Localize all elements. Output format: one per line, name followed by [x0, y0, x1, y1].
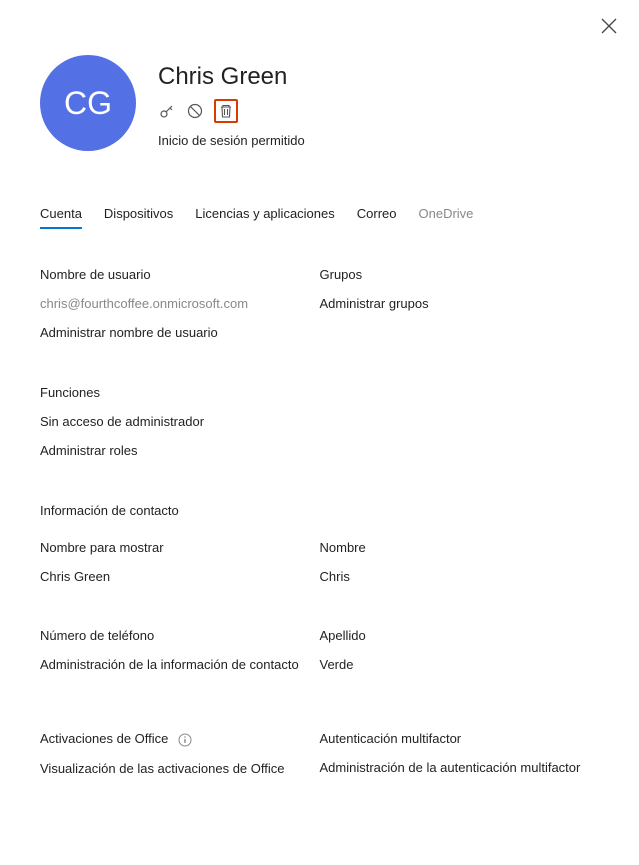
tab-licenses[interactable]: Licencias y aplicaciones	[195, 206, 334, 229]
user-header: CG Chris Green Inicio de	[40, 55, 599, 151]
reset-password-button[interactable]	[158, 102, 176, 120]
manage-mfa-link[interactable]: Administración de la autenticación multi…	[320, 760, 600, 775]
manage-username-link[interactable]: Administrar nombre de usuario	[40, 325, 320, 340]
first-name-value: Chris	[320, 569, 600, 584]
close-icon	[601, 18, 617, 34]
key-icon	[158, 102, 176, 120]
block-signin-button[interactable]	[186, 102, 204, 120]
last-name-label: Apellido	[320, 628, 600, 643]
roles-value: Sin acceso de administrador	[40, 414, 320, 429]
tab-mail[interactable]: Correo	[357, 206, 397, 229]
first-name-label: Nombre	[320, 540, 600, 555]
mfa-label: Autenticación multifactor	[320, 731, 600, 746]
office-activations-label: Activaciones de Office	[40, 731, 320, 747]
view-activations-link[interactable]: Visualización de las activaciones de Off…	[40, 761, 320, 776]
manage-groups-link[interactable]: Administrar grupos	[320, 296, 600, 311]
avatar-initials: CG	[64, 85, 112, 122]
username-value: chris@fourthcoffee.onmicrosoft.com	[40, 296, 320, 311]
delete-user-button[interactable]	[214, 99, 238, 123]
tabs-navigation: Cuenta Dispositivos Licencias y aplicaci…	[40, 206, 599, 229]
tab-devices[interactable]: Dispositivos	[104, 206, 173, 229]
user-name: Chris Green	[158, 63, 305, 91]
avatar: CG	[40, 55, 136, 151]
info-icon[interactable]	[178, 733, 192, 747]
header-info: Chris Green Inicio de sesión permit	[158, 55, 305, 148]
manage-contact-link[interactable]: Administración de la información de cont…	[40, 657, 320, 672]
tab-onedrive[interactable]: OneDrive	[419, 206, 474, 229]
display-name-label: Nombre para mostrar	[40, 540, 320, 555]
groups-label: Grupos	[320, 267, 600, 282]
trash-icon	[218, 103, 234, 119]
account-content: Nombre de usuario chris@fourthcoffee.onm…	[40, 267, 599, 776]
signin-status: Inicio de sesión permitido	[158, 133, 305, 148]
last-name-value: Verde	[320, 657, 600, 672]
roles-label: Funciones	[40, 385, 320, 400]
manage-roles-link[interactable]: Administrar roles	[40, 443, 320, 458]
close-button[interactable]	[601, 18, 617, 39]
action-icons-row	[158, 99, 305, 123]
contact-info-label: Información de contacto	[40, 503, 599, 518]
display-name-value: Chris Green	[40, 569, 320, 584]
tab-account[interactable]: Cuenta	[40, 206, 82, 229]
phone-label: Número de teléfono	[40, 628, 320, 643]
block-icon	[186, 102, 204, 120]
username-label: Nombre de usuario	[40, 267, 320, 282]
